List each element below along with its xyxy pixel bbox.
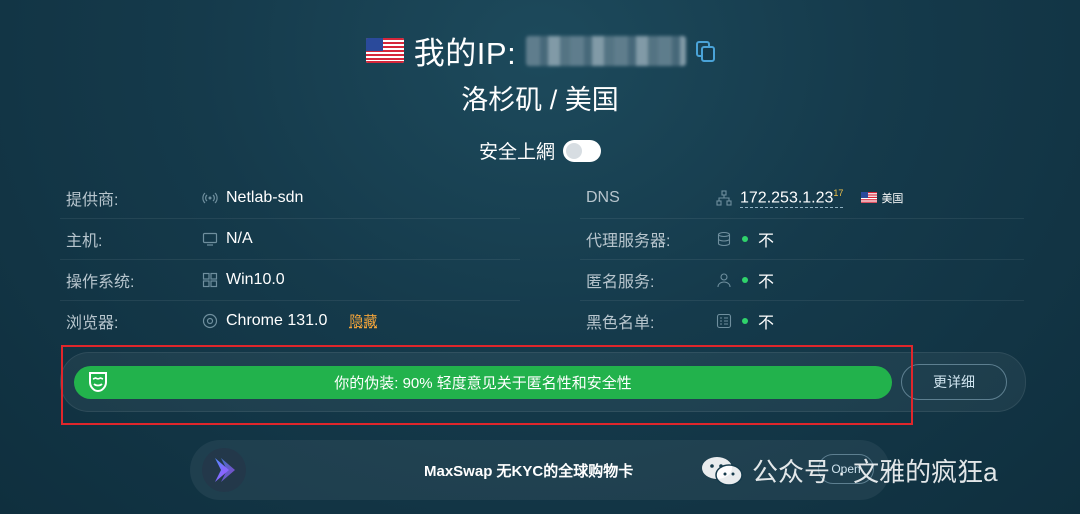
anonymizer-label: 匿名服务: (586, 274, 655, 291)
dns-country: 美国 (861, 190, 903, 206)
info-row-os: 操作系统: Win10.0 (60, 260, 520, 301)
status-dot (742, 277, 748, 283)
us-flag-icon (365, 38, 404, 63)
dns-country-label: 美国 (881, 192, 904, 205)
info-right: DNS 172.253.1.2317 美国 代理服务器: 不 匿名服务: 不 黑… (580, 178, 1024, 341)
dns-ip-link[interactable]: 172.253.1.2317 (740, 187, 844, 209)
status-dot (742, 318, 748, 324)
info-row-blacklist: 黑色名单: 不 (580, 301, 1024, 341)
anonymizer-value: 不 (758, 274, 775, 291)
dns-value: 172.253.1.23 (740, 189, 834, 207)
ip-address-blurred (526, 35, 687, 66)
proxy-value: 不 (758, 233, 775, 250)
info-row-anonymizer: 匿名服务: 不 (580, 260, 1024, 301)
provider-label: 提供商: (66, 192, 119, 209)
windows-icon (202, 272, 218, 288)
ip-header: 我的IP: (0, 28, 1080, 73)
os-value: Win10.0 (226, 271, 285, 288)
more-details-button[interactable]: 更详细 (901, 364, 1007, 400)
location-text: 洛杉矶 / 美国 (461, 85, 619, 115)
wechat-icon (700, 455, 744, 487)
user-icon (716, 272, 732, 288)
browser-label: 浏览器: (66, 315, 119, 332)
info-row-browser: 浏览器: Chrome 131.0 隐藏 (60, 301, 520, 341)
us-flag-small-icon (861, 192, 878, 204)
info-left: 提供商: Netlab-sdn 主机: N/A 操作系统: Win10.0 浏览… (60, 178, 520, 341)
monitor-icon (202, 231, 218, 247)
os-label: 操作系统: (66, 274, 135, 291)
provider-value: Netlab-sdn (226, 189, 304, 206)
watermark: 公众号 · 文雅的疯狂a (700, 452, 998, 489)
host-value: N/A (226, 230, 253, 247)
safe-browsing-row: 安全上網 (0, 137, 1080, 164)
info-row-provider: 提供商: Netlab-sdn (60, 178, 520, 219)
info-row-dns: DNS 172.253.1.2317 美国 (580, 178, 1024, 219)
safe-browsing-toggle[interactable] (563, 139, 601, 162)
proxy-label: 代理服务器: (586, 233, 671, 250)
host-label: 主机: (66, 233, 103, 250)
chrome-icon (202, 313, 218, 329)
network-icon (716, 190, 732, 206)
ad-text: MaxSwap 无KYC的全球购物卡 (424, 463, 634, 480)
browser-value: Chrome 131.0 (226, 312, 328, 329)
ip-label: 我的IP: (413, 36, 517, 71)
copy-icon[interactable] (696, 40, 716, 62)
dns-label: DNS (586, 189, 620, 206)
signal-icon (202, 190, 218, 206)
info-row-host: 主机: N/A (60, 219, 520, 260)
list-icon (716, 313, 732, 329)
blacklist-value: 不 (758, 315, 775, 332)
blacklist-label: 黑色名单: (586, 315, 655, 332)
safe-browsing-label: 安全上網 (478, 142, 555, 163)
highlight-box (61, 345, 913, 425)
dns-count: 17 (833, 187, 844, 198)
database-icon (716, 231, 732, 247)
maxswap-logo-icon (202, 448, 246, 492)
info-row-proxy: 代理服务器: 不 (580, 219, 1024, 260)
status-dot (742, 236, 748, 242)
hide-browser-link[interactable]: 隐藏 (349, 311, 377, 331)
watermark-text: 公众号 · 文雅的疯狂a (752, 457, 998, 487)
